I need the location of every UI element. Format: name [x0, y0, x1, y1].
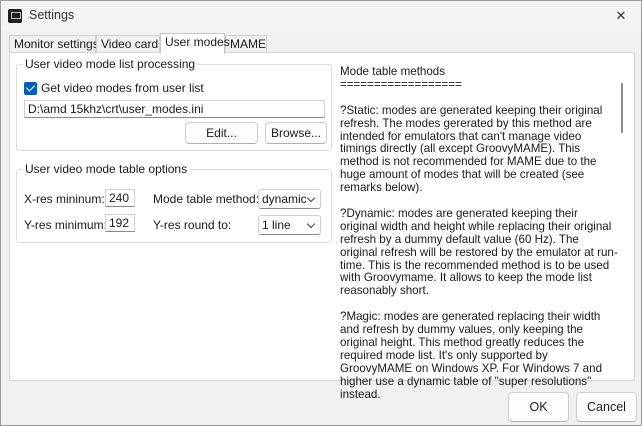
description-dynamic: ?Dynamic: modes are generated keeping th… [340, 206, 618, 298]
yres-label: Y-res minimum: [24, 218, 107, 232]
yres-round-select[interactable]: 1 line [258, 215, 321, 235]
chevron-down-icon [306, 219, 316, 229]
description-static: ?Static: modes are generated keeping the… [340, 103, 603, 195]
title-bar[interactable]: Settings ✕ [1, 1, 641, 31]
mode-table-method-label: Mode table method: [153, 192, 260, 206]
yres-input[interactable]: 192 [105, 214, 135, 232]
user-modes-panel: User video mode list processing Get vide… [9, 52, 635, 401]
edit-button[interactable]: Edit... [185, 122, 258, 144]
processing-group-title: User video mode list processing [23, 57, 198, 71]
tab-user-modes[interactable]: User modes [160, 33, 230, 54]
cancel-button[interactable]: Cancel [576, 392, 637, 422]
mode-methods-description: Mode table methods ================== ?S… [340, 65, 618, 414]
description-underline: ================== [340, 77, 462, 91]
window-title: Settings [29, 8, 75, 22]
yres-round-value: 1 line [262, 218, 291, 232]
table-options-group: User video mode table options X-res mini… [16, 162, 332, 243]
user-list-checkbox-label: Get video modes from user list [41, 81, 204, 95]
processing-group: User video mode list processing Get vide… [16, 57, 332, 151]
close-icon: ✕ [615, 8, 627, 23]
xres-label: X-res mininum: [24, 192, 105, 206]
description-scrollbar[interactable] [621, 83, 623, 133]
browse-button[interactable]: Browse... [265, 122, 327, 144]
ok-button[interactable]: OK [508, 392, 569, 422]
description-title: Mode table methods [340, 65, 446, 78]
yres-round-label: Y-res round to: [153, 218, 232, 232]
mode-table-method-value: dynamic [262, 192, 307, 206]
table-options-group-title: User video mode table options [23, 162, 190, 176]
app-icon [8, 9, 22, 23]
description-magic: ?Magic: modes are generated replacing th… [340, 310, 603, 401]
user-list-checkbox[interactable] [24, 82, 37, 95]
xres-input[interactable]: 240 [105, 189, 135, 207]
settings-window: Settings ✕ Monitor settings Video card U… [0, 0, 642, 426]
mode-table-method-select[interactable]: dynamic [258, 189, 321, 209]
user-modes-path-input[interactable]: D:\amd 15khz\crt\user_modes.ini [24, 100, 325, 118]
chevron-down-icon [306, 193, 316, 203]
close-button[interactable]: ✕ [607, 4, 635, 28]
